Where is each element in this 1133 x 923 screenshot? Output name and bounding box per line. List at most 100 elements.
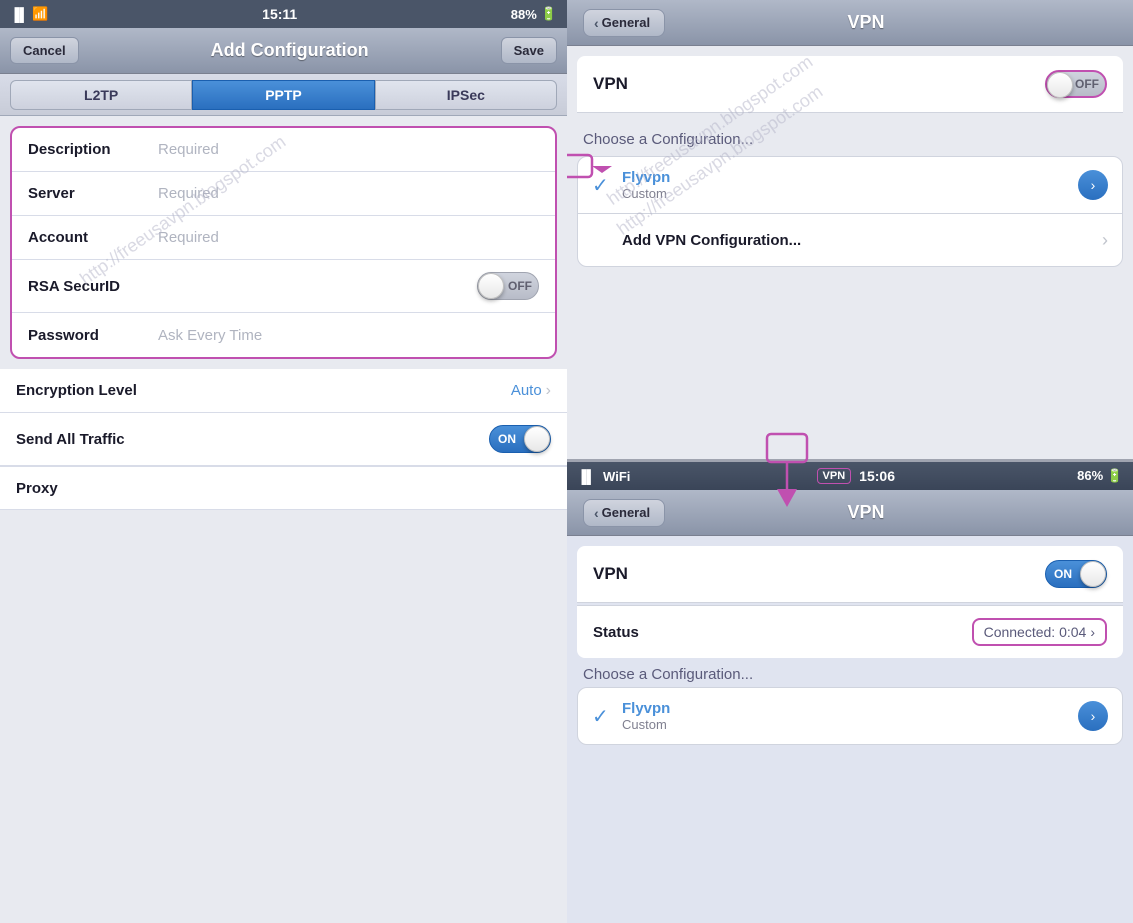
- config-item-flyvpn-bottom[interactable]: ✓ Flyvpn Custom ›: [578, 688, 1122, 744]
- bottom-signal: ▐▌ WiFi: [577, 469, 630, 484]
- right-bottom-vpn-knob: [1080, 561, 1106, 587]
- flyvpn-sub: Custom: [622, 186, 1078, 201]
- bottom-time: 15:06: [859, 468, 895, 484]
- left-time: 15:11: [262, 6, 297, 22]
- bottom-signal-icon: ▐▌: [577, 469, 595, 484]
- form-section: Description Required Server Required Acc…: [10, 126, 557, 359]
- config-item-add-vpn[interactable]: ✓ Add VPN Configuration... ›: [578, 214, 1122, 266]
- right-top-config-header: Choose a Configuration...: [567, 123, 1133, 152]
- right-top-config-list: ✓ Flyvpn Custom › ✓ Add VPN Configuratio…: [577, 156, 1123, 267]
- send-all-traffic-label: Send All Traffic: [16, 431, 146, 448]
- left-nav-bar: Cancel Add Configuration Save: [0, 28, 567, 74]
- rsa-toggle-label: OFF: [508, 279, 532, 293]
- proxy-label: Proxy: [16, 480, 146, 497]
- add-vpn-chevron: ›: [1102, 230, 1108, 251]
- tab-pptp[interactable]: PPTP: [192, 80, 374, 110]
- flyvpn-bottom-check-icon: ✓: [592, 704, 622, 729]
- right-top-vpn-toggle-label: OFF: [1075, 77, 1099, 91]
- right-top-vpn-row: VPN OFF: [577, 56, 1123, 113]
- right-bottom-vpn-toggle[interactable]: ON: [1045, 560, 1107, 588]
- right-bottom-section: ▐▌ WiFi VPN 15:06 86% 🔋 ‹ General VPN VP…: [567, 462, 1133, 923]
- status-label: Status: [593, 624, 972, 641]
- description-input[interactable]: Required: [158, 141, 539, 158]
- right-top-vpn-label: VPN: [593, 74, 1045, 94]
- flyvpn-detail-button[interactable]: ›: [1078, 170, 1108, 200]
- right-bottom-config-list: ✓ Flyvpn Custom ›: [577, 687, 1123, 745]
- config-item-flyvpn[interactable]: ✓ Flyvpn Custom ›: [578, 157, 1122, 214]
- battery-percent: 88%: [511, 7, 537, 22]
- cancel-button[interactable]: Cancel: [10, 37, 79, 64]
- right-bottom-vpn-toggle-label: ON: [1054, 567, 1072, 581]
- flyvpn-info: Flyvpn Custom: [622, 169, 1078, 201]
- bottom-battery-icon: 🔋: [1107, 468, 1123, 483]
- password-input[interactable]: Ask Every Time: [158, 327, 539, 344]
- battery-icon: 🔋: [541, 6, 557, 22]
- bottom-back-label: General: [602, 505, 650, 520]
- signal-icon: ▐▌: [10, 7, 28, 22]
- encryption-label: Encryption Level: [16, 382, 146, 399]
- send-all-traffic-toggle[interactable]: ON: [489, 425, 551, 453]
- flyvpn-bottom-detail-button[interactable]: ›: [1078, 701, 1108, 731]
- tab-l2tp[interactable]: L2TP: [10, 80, 192, 110]
- form-row-rsa: RSA SecurID OFF: [12, 260, 555, 313]
- bottom-wifi-icon: WiFi: [603, 469, 630, 484]
- rsa-label: RSA SecurID: [28, 278, 158, 295]
- right-bottom-config-header: Choose a Configuration...: [567, 658, 1133, 687]
- flyvpn-bottom-sub: Custom: [622, 717, 1078, 732]
- form-row-description: Description Required: [12, 128, 555, 172]
- right-top-vpn-knob: [1047, 72, 1073, 98]
- wifi-icon: 📶: [32, 6, 48, 22]
- form-row-server: Server Required: [12, 172, 555, 216]
- right-top-section: ‹ General VPN VPN OFF Choose a Configur: [567, 0, 1133, 462]
- right-bottom-back-button[interactable]: ‹ General: [583, 499, 665, 527]
- vpn-badge: VPN: [817, 468, 852, 484]
- flyvpn-check-icon: ✓: [592, 173, 622, 198]
- add-vpn-name: Add VPN Configuration...: [622, 232, 1098, 249]
- connected-text: Connected: 0:04: [984, 624, 1087, 640]
- right-top-vpn-container: VPN OFF: [577, 56, 1123, 113]
- proxy-row: Proxy: [0, 466, 567, 510]
- send-all-traffic-knob: [524, 426, 550, 452]
- left-battery-info: 88% 🔋: [511, 6, 557, 22]
- right-bottom-nav-bar: ‹ General VPN: [567, 490, 1133, 536]
- server-label: Server: [28, 185, 158, 202]
- left-status-bar: ▐▌ 📶 15:11 88% 🔋: [0, 0, 567, 28]
- password-label: Password: [28, 327, 158, 344]
- left-signal-icons: ▐▌ 📶: [10, 6, 49, 22]
- right-bottom-title: VPN: [675, 502, 1057, 523]
- rsa-toggle[interactable]: OFF: [477, 272, 539, 300]
- tab-ipsec[interactable]: IPSec: [375, 80, 557, 110]
- right-top-vpn-toggle[interactable]: OFF: [1045, 70, 1107, 98]
- send-all-traffic-toggle-label: ON: [498, 432, 516, 446]
- left-panel: ▐▌ 📶 15:11 88% 🔋 Cancel Add Configuratio…: [0, 0, 567, 923]
- page-title: Add Configuration: [211, 40, 369, 61]
- description-label: Description: [28, 141, 158, 158]
- send-all-traffic-row: Send All Traffic ON: [0, 413, 567, 466]
- back-chevron-icon: ‹: [594, 15, 599, 31]
- flyvpn-bottom-name: Flyvpn: [622, 700, 1078, 717]
- right-top-back-button[interactable]: ‹ General: [583, 9, 665, 37]
- account-label: Account: [28, 229, 158, 246]
- right-bottom-vpn-label: VPN: [593, 564, 1045, 584]
- right-panel: ‹ General VPN VPN OFF Choose a Configur: [567, 0, 1133, 923]
- back-label: General: [602, 15, 650, 30]
- server-input[interactable]: Required: [158, 185, 539, 202]
- account-input[interactable]: Required: [158, 229, 539, 246]
- right-bottom-status-row: Status Connected: 0:04 ›: [577, 605, 1123, 658]
- connected-chevron: ›: [1090, 624, 1095, 640]
- right-top-title: VPN: [675, 12, 1057, 33]
- encryption-chevron[interactable]: ›: [546, 382, 551, 400]
- right-top-nav-bar: ‹ General VPN: [567, 0, 1133, 46]
- right-bottom-status-bar: ▐▌ WiFi VPN 15:06 86% 🔋: [567, 462, 1133, 490]
- status-connected-badge: Connected: 0:04 ›: [972, 618, 1107, 646]
- back-chevron-bottom-icon: ‹: [594, 505, 599, 521]
- add-vpn-info: Add VPN Configuration...: [622, 232, 1098, 249]
- right-bottom-vpn-row: VPN ON: [577, 546, 1123, 603]
- form-row-password: Password Ask Every Time: [12, 313, 555, 357]
- bottom-center-info: VPN 15:06: [813, 468, 895, 484]
- encryption-level-row: Encryption Level Auto ›: [0, 369, 567, 413]
- flyvpn-name: Flyvpn: [622, 169, 1078, 186]
- save-button[interactable]: Save: [501, 37, 557, 64]
- form-row-account: Account Required: [12, 216, 555, 260]
- encryption-value: Auto: [146, 382, 542, 399]
